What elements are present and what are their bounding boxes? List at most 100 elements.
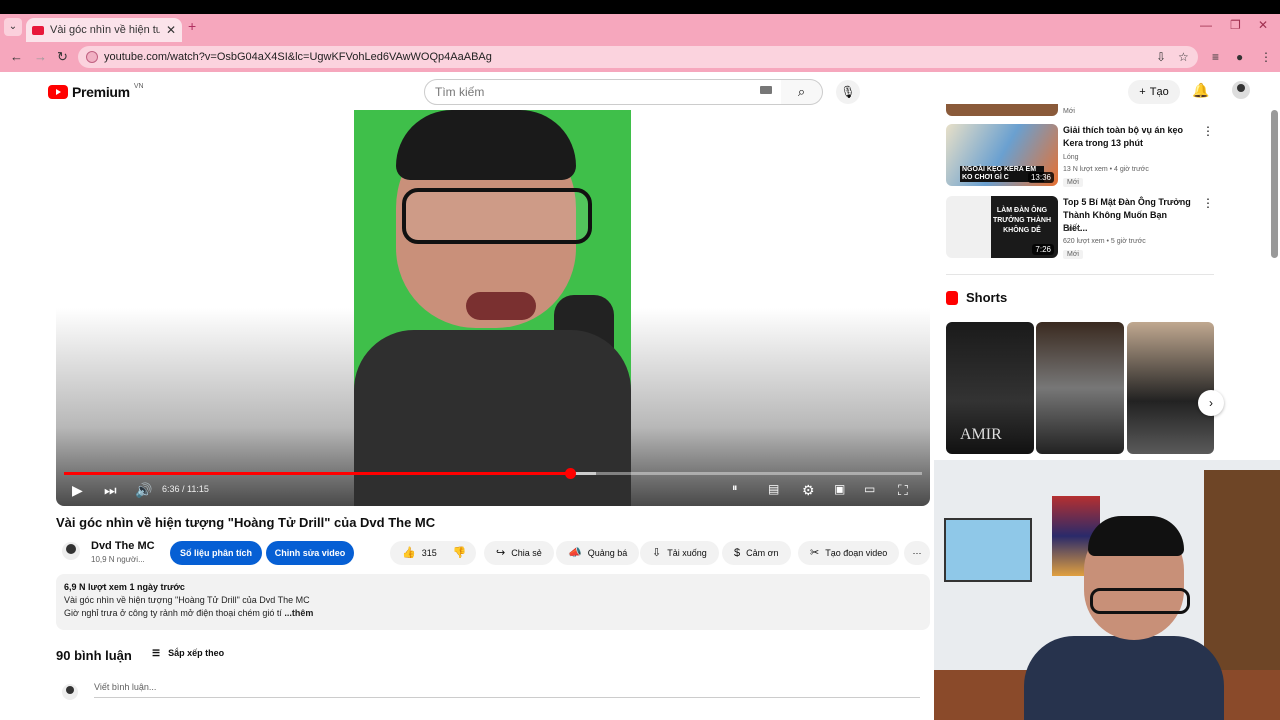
comment-count: 90 bình luận	[56, 648, 132, 663]
promote-label: Quảng bá	[587, 548, 628, 558]
close-tab-icon[interactable]: ✕	[166, 23, 176, 37]
page-scrollbar[interactable]	[1271, 110, 1278, 258]
recommended-video[interactable]: LÀM ĐÀN ÔNG TRƯỞNG THÀNH KHÔNG DỄ 7:26 T…	[946, 196, 1216, 259]
volume-icon[interactable]: 🔊	[135, 482, 152, 499]
show-more-link[interactable]: ...thêm	[284, 608, 313, 618]
forward-icon[interactable]: →	[34, 49, 47, 64]
streamer-hair	[1088, 516, 1184, 556]
reload-icon[interactable]: ↻	[57, 49, 68, 65]
voice-search-button[interactable]: 🎙	[836, 80, 860, 104]
short-thumbnail[interactable]	[1127, 322, 1214, 454]
rec-title[interactable]: Top 5 Bí Mật Đàn Ông Trưởng Thành Không …	[1063, 196, 1193, 235]
tab-title: Vài góc nhìn về hiện tượng "Ho	[50, 24, 160, 36]
recommended-video[interactable]: NGOÀI KẸO KERA EM KO CHƠI GÌ C 13:36 Giả…	[946, 124, 1216, 187]
microphone-icon: 🎙	[840, 85, 856, 99]
new-badge: Mới	[1063, 178, 1083, 187]
region-code: VN	[133, 82, 144, 90]
video-frame	[354, 110, 631, 506]
next-icon[interactable]: ⏭	[104, 482, 117, 499]
rec-thumbnail[interactable]: LÀM ĐÀN ÔNG TRƯỞNG THÀNH KHÔNG DỄ 7:26	[946, 196, 1058, 258]
download-button[interactable]: ⇩ Tải xuống	[640, 541, 719, 565]
streamer-shirt	[1024, 636, 1224, 720]
comment-input[interactable]: Viết bình luận...	[94, 682, 920, 698]
share-button[interactable]: ↪ Chia sẻ	[484, 541, 554, 565]
thanks-button[interactable]: $ Cảm ơn	[722, 541, 791, 565]
subtitles-icon[interactable]: ▤	[768, 482, 779, 496]
analytics-button[interactable]: Số liệu phân tích	[170, 541, 262, 565]
person-mouth	[466, 292, 536, 320]
search-input[interactable]: Tìm kiếm	[424, 79, 782, 105]
dislike-icon[interactable]: 👎	[453, 541, 467, 565]
autoplay-toggle[interactable]: ⏸	[732, 482, 738, 495]
miniplayer-icon[interactable]: ▣	[834, 482, 845, 496]
clip-label: Tạo đoạn video	[825, 548, 888, 558]
rec-channel[interactable]: Lai H.	[1063, 226, 1081, 233]
megaphone-icon: 📣	[568, 547, 582, 559]
settings-gear-icon[interactable]: ⚙	[802, 482, 815, 499]
minimize-icon[interactable]: —	[1200, 18, 1212, 32]
more-actions-button[interactable]: ⋯	[904, 541, 930, 565]
play-icon[interactable]: ▶	[72, 482, 83, 499]
youtube-premium-logo[interactable]: Premium VN	[48, 82, 144, 100]
sidebar-divider	[946, 274, 1214, 275]
rec-meta: 13 N lượt xem • 4 giờ trước	[1063, 166, 1149, 173]
browser-menu-icon[interactable]: ⋮	[1260, 50, 1272, 64]
profile-icon[interactable]: ●	[1236, 50, 1243, 64]
new-badge: Mới	[1063, 250, 1083, 259]
theater-mode-icon[interactable]: ▭	[864, 482, 875, 496]
site-info-icon[interactable]	[86, 51, 98, 63]
youtube-favicon-icon	[32, 25, 44, 35]
sort-icon: ☰	[152, 648, 161, 658]
shorts-title: Shorts	[966, 290, 1008, 305]
rec-title[interactable]: Giải thích toàn bộ vụ án kẹo Kera trong …	[1063, 124, 1193, 150]
top-black-strip	[0, 0, 1280, 14]
previous-rec-thumbnail[interactable]	[946, 104, 1058, 116]
keyboard-icon[interactable]	[760, 86, 772, 94]
url-field[interactable]: youtube.com/watch?v=OsbG04aX4SI&lc=UgwKF…	[78, 46, 1198, 68]
account-avatar[interactable]	[1232, 81, 1250, 99]
notifications-bell-icon[interactable]: 🔔	[1192, 82, 1209, 99]
close-window-icon[interactable]: ✕	[1258, 18, 1268, 32]
share-label: Chia sẻ	[511, 548, 542, 558]
description-line-2-text: Giờ nghỉ trưa ở công ty rảnh mở điện tho…	[64, 608, 282, 618]
channel-avatar[interactable]	[62, 542, 80, 560]
rec-menu-icon[interactable]: ⋮	[1202, 124, 1214, 138]
fullscreen-icon[interactable]: ⛶	[898, 482, 908, 499]
description-line-2: Giờ nghỉ trưa ở công ty rảnh mở điện tho…	[64, 608, 922, 618]
restore-icon[interactable]: ❐	[1230, 18, 1241, 32]
back-icon[interactable]: ←	[10, 49, 23, 64]
webcam-overlay	[934, 460, 1280, 720]
install-app-icon[interactable]: ⇩	[1156, 50, 1166, 64]
new-tab-icon[interactable]: +	[188, 18, 196, 34]
tab-strip: ⌄ Vài góc nhìn về hiện tượng "Ho ✕ + — ❐…	[0, 14, 1280, 42]
share-icon: ↪	[496, 547, 506, 559]
browser-tab[interactable]: Vài góc nhìn về hiện tượng "Ho ✕	[26, 18, 182, 42]
channel-name[interactable]: Dvd The MC	[91, 540, 155, 552]
description-box[interactable]: 6,9 N lượt xem 1 ngày trước Vài góc nhìn…	[56, 574, 930, 630]
youtube-play-icon	[48, 85, 68, 99]
short-thumbnail[interactable]	[1036, 322, 1124, 454]
sort-comments-button[interactable]: ☰ Sắp xếp theo	[152, 648, 224, 659]
promote-button[interactable]: 📣 Quảng bá	[556, 541, 640, 565]
search-button[interactable]: ⌕	[781, 79, 823, 105]
seek-bar[interactable]	[64, 468, 922, 479]
sort-label: Sắp xếp theo	[168, 648, 225, 658]
rec-channel[interactable]: Lóng	[1063, 154, 1079, 161]
played-bar	[64, 472, 571, 475]
tab-search-chevron-icon[interactable]: ⌄	[4, 18, 22, 36]
edit-video-button[interactable]: Chỉnh sửa video	[266, 541, 354, 565]
media-control-icon[interactable]: ≡	[1212, 50, 1219, 64]
time-display: 6:36 / 11:15	[162, 484, 209, 494]
shorts-logo-icon	[946, 290, 958, 305]
search-icon: ⌕	[797, 84, 806, 99]
shorts-next-chevron-icon[interactable]: ›	[1198, 390, 1224, 416]
clip-button[interactable]: ✂ Tạo đoạn video	[798, 541, 900, 565]
create-button[interactable]: + Tạo	[1128, 80, 1180, 104]
video-title: Vài góc nhìn về hiện tượng "Hoàng Tử Dri…	[56, 515, 436, 530]
rec-menu-icon[interactable]: ⋮	[1202, 196, 1214, 210]
short-thumbnail[interactable]: AMIR	[946, 322, 1034, 454]
bookmark-star-icon[interactable]: ☆	[1178, 50, 1189, 64]
rec-thumbnail[interactable]: NGOÀI KẸO KERA EM KO CHƠI GÌ C 13:36	[946, 124, 1058, 186]
like-icon[interactable]: 👍	[402, 541, 416, 565]
video-player[interactable]: ▶ ⏭ 🔊 6:36 / 11:15 ⏸ ▤ ⚙ ▣ ▭ ⛶	[56, 110, 930, 506]
